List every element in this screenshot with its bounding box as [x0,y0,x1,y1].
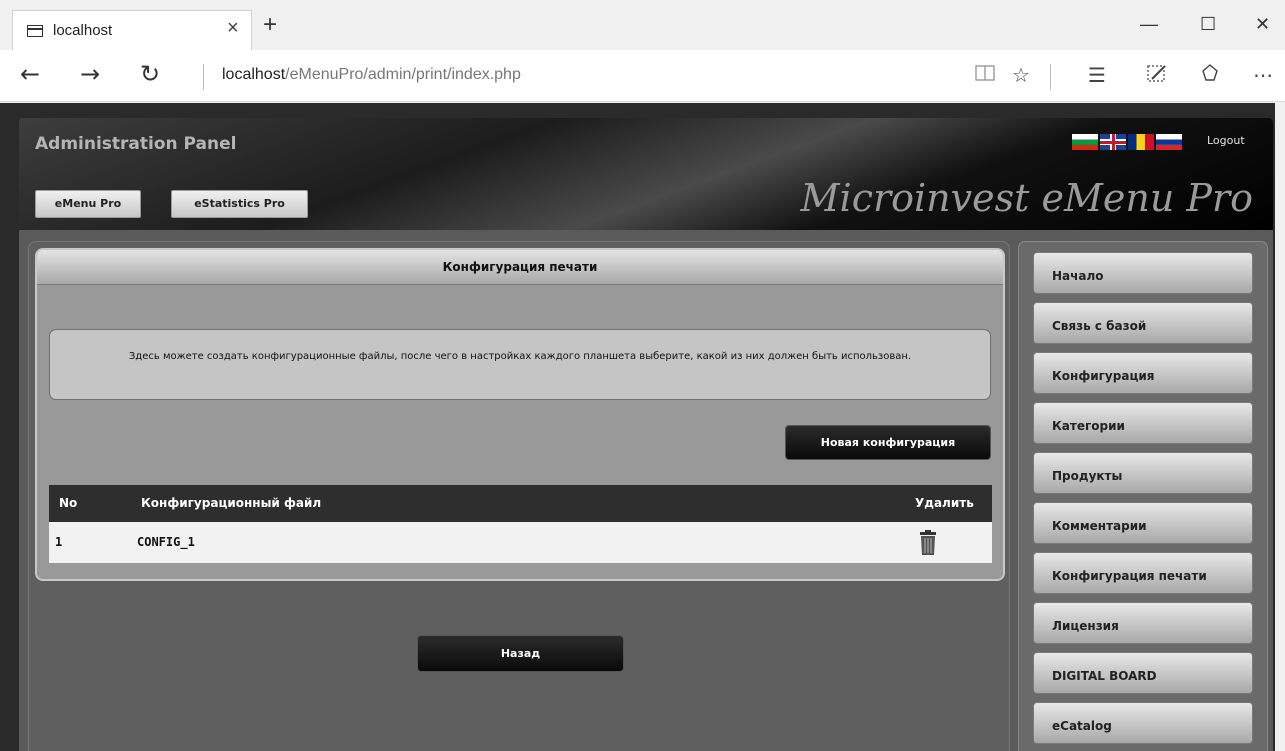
sidebar-item-configuration[interactable]: Конфигурация [1033,352,1253,394]
admin-header: Administration Panel eMenu Pro eStatisti… [19,118,1273,230]
back-button[interactable]: Назад [417,635,624,672]
content-box: Конфигурация печати Здесь можете создать… [35,248,1005,581]
more-options-icon[interactable]: ⋯ [1253,63,1273,87]
info-message: Здесь можете создать конфигурационные фа… [49,329,991,400]
admin-app: Administration Panel eMenu Pro eStatisti… [19,118,1273,751]
refresh-icon[interactable]: ↻ [140,62,160,86]
address-bar-row: ← → ↻ localhost/eMenuPro/admin/print/ind… [0,50,1285,102]
ro-flag-icon[interactable] [1128,134,1154,150]
share-icon[interactable] [1200,63,1220,88]
web-note-icon[interactable] [1146,63,1168,88]
new-tab-button[interactable]: + [263,13,277,37]
tab-close-icon[interactable]: × [227,17,239,40]
estatistics-pro-button[interactable]: eStatistics Pro [171,190,308,218]
favorite-star-icon[interactable]: ☆ [1012,63,1030,87]
sidebar-menu: Начало Связь с базой Конфигурация Катего… [1018,241,1268,751]
brand-logo-text: Microinvest eMenu Pro [800,176,1253,220]
logout-link[interactable]: Logout [1207,134,1245,147]
col-config-file: Конфигурационный файл [141,496,322,510]
page-title: Конфигурация печати [442,260,598,274]
main-panel: Конфигурация печати Здесь можете создать… [28,241,1010,751]
back-arrow-icon[interactable]: ← [20,62,40,86]
vertical-scrollbar[interactable] [1275,103,1285,751]
row-config-file[interactable]: CONFIG_1 [137,522,195,563]
config-table: No Конфигурационный файл Удалить 1 CONFI… [49,485,992,563]
sidebar-item-db-connection[interactable]: Связь с базой [1033,302,1253,344]
url-field[interactable]: localhost/eMenuPro/admin/print/index.php [222,66,521,84]
sidebar-item-products[interactable]: Продукты [1033,452,1253,494]
minimize-button[interactable]: — [1140,14,1158,35]
tab-title: localhost [53,22,113,39]
trash-icon[interactable] [917,530,939,556]
emenu-pro-button[interactable]: eMenu Pro [35,190,141,218]
sidebar-item-ecatalog[interactable]: eCatalog [1033,702,1253,744]
hub-menu-icon[interactable]: ☰ [1088,63,1106,87]
sidebar-item-categories[interactable]: Категории [1033,402,1253,444]
sidebar-item-digital-board[interactable]: DIGITAL BOARD [1033,652,1253,694]
gb-flag-icon[interactable] [1100,134,1126,150]
bg-flag-icon[interactable] [1072,134,1098,150]
tab-page-icon [27,25,43,37]
admin-title: Administration Panel [35,134,237,154]
sidebar-item-comments[interactable]: Комментарии [1033,502,1253,544]
browser-tab[interactable]: localhost × [12,10,252,50]
col-delete: Удалить [915,496,974,510]
url-path: /eMenuPro/admin/print/index.php [285,66,521,83]
sidebar-item-print-config[interactable]: Конфигурация печати [1033,552,1253,594]
ru-flag-icon[interactable] [1156,134,1182,150]
forward-arrow-icon[interactable]: → [80,62,100,86]
sidebar-item-license[interactable]: Лицензия [1033,602,1253,644]
close-window-button[interactable]: ✕ [1255,14,1270,35]
table-row[interactable]: 1 CONFIG_1 [49,522,992,563]
table-header: No Конфигурационный файл Удалить [49,485,992,522]
url-host: localhost [222,66,286,83]
toolbar-separator [1050,64,1051,90]
content-title-bar: Конфигурация печати [37,250,1003,285]
sidebar-item-home[interactable]: Начало [1033,252,1253,294]
maximize-button[interactable]: ☐ [1200,14,1216,35]
browser-tab-bar: localhost × + — ☐ ✕ [0,0,1285,50]
page-viewport: Administration Panel eMenu Pro eStatisti… [0,103,1285,751]
address-separator [203,64,204,90]
new-config-button[interactable]: Новая конфигурация [785,425,991,460]
reading-view-icon[interactable] [975,63,995,87]
col-no: No [59,496,78,510]
row-no: 1 [55,535,63,549]
